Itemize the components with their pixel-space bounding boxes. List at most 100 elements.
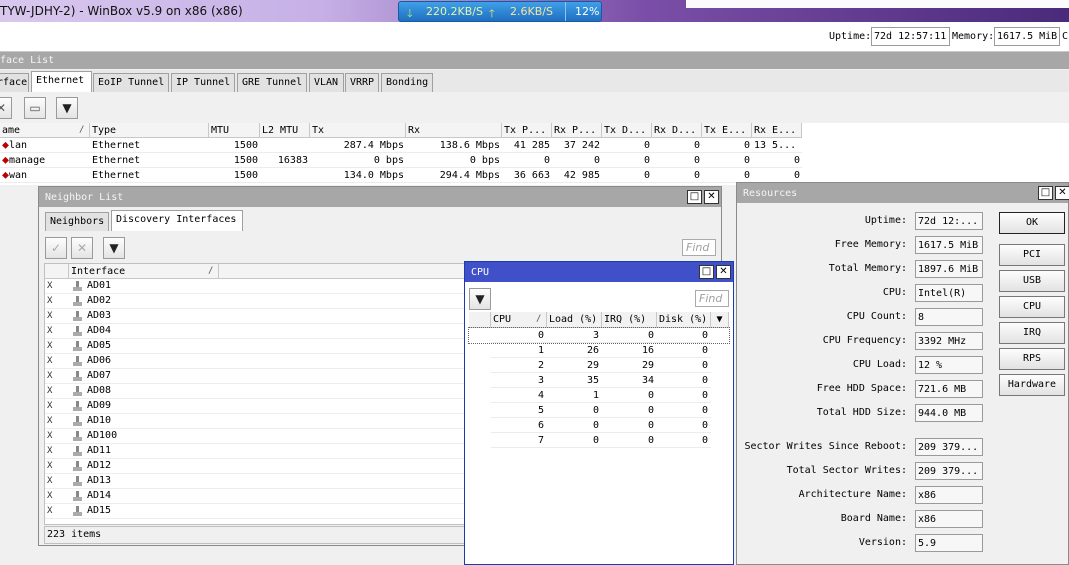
col-name[interactable]: ame	[0, 123, 90, 138]
free-hdd-space-label: Free HDD Space:	[816, 383, 907, 394]
table-row[interactable]: 6000	[469, 418, 729, 433]
interface-icon	[73, 296, 82, 306]
interface-icon	[73, 401, 82, 411]
usb-button[interactable]: USB	[999, 270, 1065, 292]
col-interface[interactable]: Interface	[69, 264, 219, 279]
cpu-window: CPU □ ✕ ▼ Find CPU / Load (%) IRQ (%) Di…	[464, 261, 734, 565]
tab-eoip-tunnel[interactable]: EoIP Tunnel	[93, 73, 169, 92]
tab-bonding[interactable]: Bonding	[381, 73, 433, 92]
tab-ethernet[interactable]: Ethernet	[31, 71, 92, 92]
tab-gre-tunnel[interactable]: GRE Tunnel	[237, 73, 307, 92]
interface-tx-packets: 0	[502, 153, 552, 168]
interface-icon	[73, 341, 82, 351]
ok-button[interactable]: OK	[999, 212, 1065, 234]
table-row[interactable]: ⬥ wan Ethernet 1500 134.0 Mbps 294.4 Mbp…	[0, 168, 1069, 183]
col-rx[interactable]: Rx	[406, 123, 502, 138]
maximize-icon[interactable]: □	[1038, 186, 1053, 200]
interface-tx-errors: 0	[702, 138, 752, 153]
tab-vrrp[interactable]: VRRP	[345, 73, 379, 92]
interface-name: AD11	[87, 445, 112, 456]
disable-icon[interactable]: ✕	[71, 237, 93, 259]
col-irq[interactable]: IRQ (%)	[602, 312, 657, 328]
uptime-value: 72d 12:...	[915, 212, 983, 230]
column-menu-icon[interactable]: ▼	[711, 312, 729, 328]
col-flag[interactable]	[45, 264, 69, 279]
disabled-flag: X	[47, 356, 53, 366]
table-row[interactable]: 1 26 16 0	[469, 343, 729, 358]
cpu-button[interactable]: CPU	[999, 296, 1065, 318]
disable-icon[interactable]: ✕	[0, 97, 12, 119]
maximize-icon[interactable]: □	[687, 190, 702, 204]
app-title-bar: TYW-JDHY-2) - WinBox v5.9 on x86 (x86) 🡓…	[0, 0, 1069, 22]
irq-button[interactable]: IRQ	[999, 322, 1065, 344]
rps-button[interactable]: RPS	[999, 348, 1065, 370]
col-tx-errors[interactable]: Tx E...	[702, 123, 752, 138]
interface-l2mtu: 16383	[260, 153, 310, 168]
tab-interface[interactable]: rface	[0, 73, 29, 92]
col-tx[interactable]: Tx	[310, 123, 406, 138]
tab-discovery-interfaces[interactable]: Discovery Interfaces	[111, 210, 243, 231]
find-input[interactable]: Find	[682, 239, 716, 256]
col-rx-errors[interactable]: Rx E...	[752, 123, 802, 138]
status-bar: Uptime: 72d 12:57:11 Memory: 1617.5 MiB …	[0, 22, 1069, 52]
interface-icon	[73, 506, 82, 516]
col-disk[interactable]: Disk (%)	[657, 312, 711, 328]
table-row[interactable]: 0300	[468, 327, 730, 344]
close-icon[interactable]: ✕	[704, 190, 719, 204]
interface-rx-errors: 13 5...	[752, 138, 802, 153]
sector-writes-since-reboot-label: Sector Writes Since Reboot:	[744, 441, 907, 452]
cpu-irq: 0	[602, 388, 657, 403]
comment-icon[interactable]: ▭	[24, 97, 46, 119]
col-tx-packets[interactable]: Tx P...	[502, 123, 552, 138]
tab-ip-tunnel[interactable]: IP Tunnel	[171, 73, 235, 92]
sort-indicator-icon: /	[208, 266, 214, 276]
tab-neighbors[interactable]: Neighbors	[45, 212, 109, 231]
maximize-icon[interactable]: □	[699, 265, 714, 279]
cpu-load: 1	[547, 388, 602, 403]
interface-name: AD02	[87, 295, 112, 306]
tab-vlan[interactable]: VLAN	[309, 73, 344, 92]
table-row[interactable]: 4100	[469, 388, 729, 403]
col-tx-drops[interactable]: Tx D...	[602, 123, 652, 138]
filter-icon[interactable]: ▼	[103, 237, 125, 259]
table-row[interactable]: 5000	[469, 403, 729, 418]
pci-button[interactable]: PCI	[999, 244, 1065, 266]
col-load[interactable]: Load (%)	[547, 312, 602, 328]
free-memory-label: Free Memory:	[834, 239, 907, 250]
interface-rx-drops: 0	[652, 153, 702, 168]
cpu-value: Intel(R)	[915, 284, 983, 302]
enable-icon[interactable]: ✓	[45, 237, 67, 259]
total-memory-value: 1897.6 MiB	[915, 260, 983, 278]
sort-indicator-icon: /	[536, 314, 542, 324]
disabled-flag: X	[47, 476, 53, 486]
interface-tx-packets: 41 285	[502, 138, 552, 153]
interface-rx-packets: 0	[552, 153, 602, 168]
close-icon[interactable]: ✕	[716, 265, 731, 279]
architecture-name-label: Architecture Name:	[798, 489, 907, 500]
filter-icon[interactable]: ▼	[469, 288, 491, 310]
col-rx-packets[interactable]: Rx P...	[552, 123, 602, 138]
cpu-cpu: 4	[491, 388, 547, 403]
table-row[interactable]: ⬥ manage Ethernet 1500 16383 0 bps 0 bps…	[0, 153, 1069, 168]
col-type[interactable]: Type	[90, 123, 209, 138]
col-mtu[interactable]: MTU	[209, 123, 260, 138]
cpu-cpu: 2	[491, 358, 547, 373]
item-count: 223 items	[47, 529, 102, 540]
disabled-flag: X	[47, 281, 53, 291]
table-row[interactable]: ⬥ lan Ethernet 1500 287.4 Mbps 138.6 Mbp…	[0, 138, 1069, 153]
table-row[interactable]: 2 29 29 0	[469, 358, 729, 373]
interface-name: AD03	[87, 310, 112, 321]
interface-rx-drops: 0	[652, 138, 702, 153]
close-icon[interactable]: ✕	[1055, 186, 1069, 200]
filter-icon[interactable]: ▼	[56, 97, 78, 119]
col-rx-drops[interactable]: Rx D...	[652, 123, 702, 138]
find-input[interactable]: Find	[695, 290, 729, 307]
resources-title: Resources	[737, 183, 1068, 203]
table-row[interactable]: 7000	[469, 433, 729, 448]
interface-l2mtu	[260, 168, 310, 183]
interface-name: AD08	[87, 385, 112, 396]
table-row[interactable]: 3 35 34 0	[469, 373, 729, 388]
uptime-label: Uptime:	[864, 215, 907, 226]
col-l2-mtu[interactable]: L2 MTU	[260, 123, 310, 138]
hardware-button[interactable]: Hardware	[999, 374, 1065, 396]
